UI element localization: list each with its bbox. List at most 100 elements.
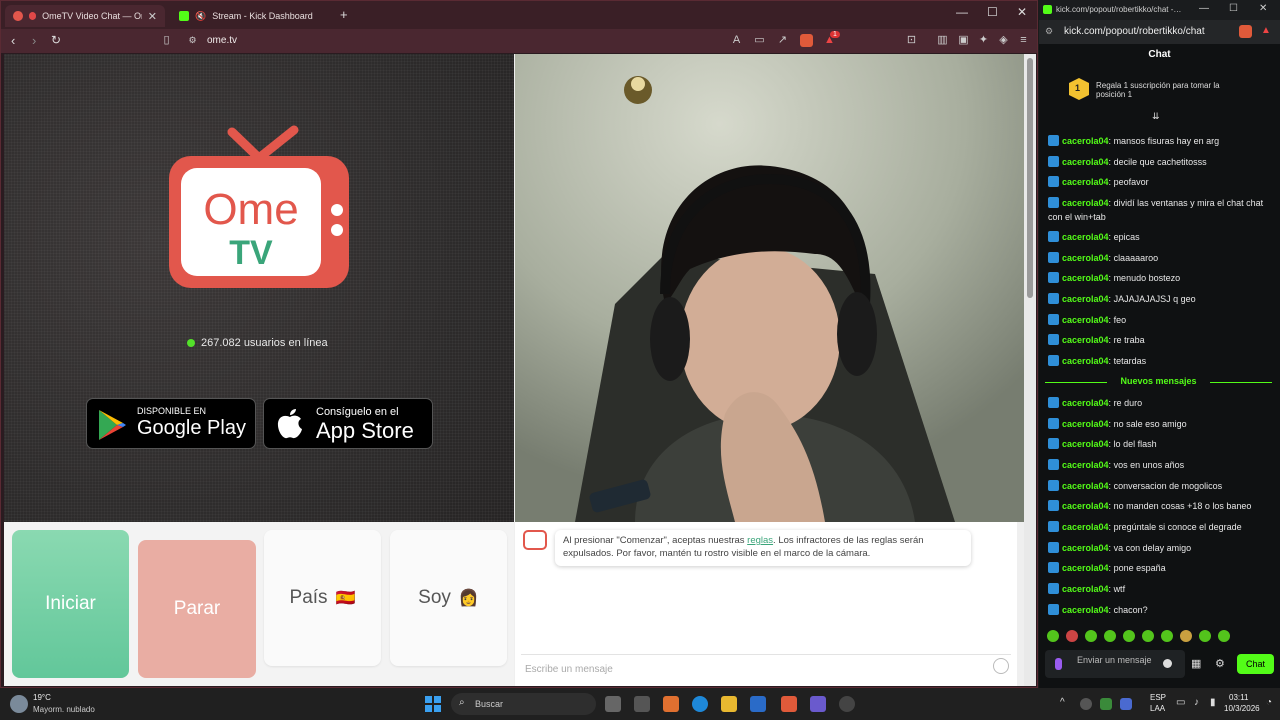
chat-username[interactable]: cacerola04: [1062, 136, 1109, 146]
send-chat-button[interactable]: Chat: [1237, 654, 1274, 674]
chat-username[interactable]: cacerola04: [1062, 294, 1109, 304]
chat-username[interactable]: cacerola04: [1062, 439, 1109, 449]
windows-start-icon[interactable]: [425, 696, 441, 712]
tray-app-icon[interactable]: [1100, 698, 1112, 710]
rules-link[interactable]: reglas: [747, 535, 773, 546]
reload-icon[interactable]: ↻: [51, 33, 61, 47]
kick-brave-shield-icon[interactable]: [1239, 25, 1252, 38]
teams-icon[interactable]: [810, 696, 826, 712]
weather-icon[interactable]: [10, 695, 28, 713]
file-explorer-icon[interactable]: [721, 696, 737, 712]
emote-icon[interactable]: [1180, 630, 1192, 642]
chat-username[interactable]: cacerola04: [1062, 522, 1109, 532]
share-icon[interactable]: ↗: [776, 34, 789, 47]
emote-icon[interactable]: [1123, 630, 1135, 642]
copilot-icon[interactable]: [663, 696, 679, 712]
chat-username[interactable]: cacerola04: [1062, 335, 1109, 345]
capture-icon[interactable]: ⊡: [905, 34, 918, 47]
chat-username[interactable]: cacerola04: [1062, 398, 1109, 408]
chat-username[interactable]: cacerola04: [1062, 157, 1109, 167]
google-play-badge[interactable]: DISPONIBLE EN Google Play: [86, 398, 256, 449]
kick-minimize-button[interactable]: —: [1199, 3, 1209, 14]
widgets-icon[interactable]: [634, 696, 650, 712]
pinned-banner[interactable]: 1 Regala 1 suscripción para tomar la pos…: [1039, 70, 1280, 110]
tab-kick[interactable]: 🔇 Stream - Kick Dashboard: [171, 5, 331, 27]
task-view-icon[interactable]: [605, 696, 621, 712]
emote-icon[interactable]: [1218, 630, 1230, 642]
language-bottom[interactable]: LAA: [1150, 704, 1165, 713]
volume-icon[interactable]: ♪: [1194, 697, 1199, 708]
tray-app-icon[interactable]: [1120, 698, 1132, 710]
app-store-badge[interactable]: Consíguelo en el App Store: [263, 398, 433, 449]
emote-icon[interactable]: [1047, 630, 1059, 642]
kick-maximize-button[interactable]: ☐: [1229, 3, 1238, 14]
kick-site-settings-icon[interactable]: ⚙: [1045, 26, 1053, 37]
microphone-icon[interactable]: [1055, 658, 1062, 670]
network-icon[interactable]: ▭: [1176, 697, 1185, 708]
collapse-icon[interactable]: ⇊: [1152, 111, 1160, 122]
start-button[interactable]: Iniciar: [12, 530, 129, 678]
chat-username[interactable]: cacerola04: [1062, 356, 1109, 366]
store-icon[interactable]: ▦: [1191, 657, 1201, 670]
chat-username[interactable]: cacerola04: [1062, 198, 1109, 208]
ai-icon[interactable]: ✦: [977, 34, 990, 47]
notifications-icon[interactable]: ◔: [1266, 697, 1272, 708]
site-settings-icon[interactable]: ⚙: [186, 34, 199, 47]
translate-icon[interactable]: A: [730, 34, 743, 47]
chat-username[interactable]: cacerola04: [1062, 273, 1109, 283]
emote-icon[interactable]: [1142, 630, 1154, 642]
chat-username[interactable]: cacerola04: [1062, 460, 1109, 470]
close-tab-icon[interactable]: ✕: [148, 10, 157, 23]
chat-username[interactable]: cacerola04: [1062, 315, 1109, 325]
kick-chat-input[interactable]: Enviar un mensaje: [1045, 650, 1185, 678]
country-button[interactable]: País 🇪🇸: [264, 530, 381, 666]
new-tab-button[interactable]: +: [340, 7, 348, 22]
clock-time[interactable]: 03:11: [1229, 693, 1248, 702]
clock-date[interactable]: 10/3/2026: [1224, 704, 1260, 713]
emote-icon[interactable]: [1066, 630, 1078, 642]
gender-button[interactable]: Soy 👩: [390, 530, 507, 666]
kick-rewards-icon[interactable]: ▲: [1261, 25, 1271, 36]
chat-settings-icon[interactable]: ⚙: [1215, 657, 1225, 670]
chat-username[interactable]: cacerola04: [1062, 481, 1109, 491]
emote-icon[interactable]: [1104, 630, 1116, 642]
stop-button[interactable]: Parar: [138, 540, 256, 678]
tray-overflow-icon[interactable]: ^: [1060, 697, 1065, 708]
emote-icon[interactable]: [1085, 630, 1097, 642]
obs-icon[interactable]: [839, 696, 855, 712]
bookmark-icon[interactable]: ▯: [160, 34, 173, 47]
wallet-icon[interactable]: ▣: [957, 34, 970, 47]
sidebar-icon[interactable]: ▥: [936, 34, 949, 47]
taskbar-search[interactable]: ⌕ Buscar: [451, 693, 596, 715]
chat-username[interactable]: cacerola04: [1062, 584, 1109, 594]
menu-icon[interactable]: ≡: [1017, 34, 1030, 47]
emoji-icon[interactable]: [993, 658, 1009, 674]
chat-username[interactable]: cacerola04: [1062, 605, 1109, 615]
back-icon[interactable]: ‹: [11, 33, 15, 48]
url-input[interactable]: ome.tv: [207, 35, 237, 46]
page-scrollbar[interactable]: [1024, 54, 1036, 686]
edge-icon[interactable]: [692, 696, 708, 712]
chat-username[interactable]: cacerola04: [1062, 563, 1109, 573]
tab-ometv[interactable]: OmeTV Video Chat — Omeg ✕: [5, 5, 165, 27]
chat-username[interactable]: cacerola04: [1062, 501, 1109, 511]
kick-url[interactable]: kick.com/popout/robertikko/chat: [1064, 26, 1205, 37]
brave-icon[interactable]: [781, 696, 797, 712]
minimize-button[interactable]: —: [956, 5, 968, 19]
tray-app-icon[interactable]: [1080, 698, 1092, 710]
emoji-picker-icon[interactable]: [1163, 659, 1172, 668]
emote-icon[interactable]: [1161, 630, 1173, 642]
maximize-button[interactable]: ☐: [987, 5, 998, 19]
battery-icon[interactable]: ▮: [1210, 697, 1216, 708]
weather-temp[interactable]: 19°C: [33, 693, 51, 702]
close-window-button[interactable]: ✕: [1017, 5, 1027, 19]
kick-close-button[interactable]: ✕: [1259, 3, 1267, 14]
chat-username[interactable]: cacerola04: [1062, 419, 1109, 429]
chat-username[interactable]: cacerola04: [1062, 177, 1109, 187]
brave-shield-icon[interactable]: [800, 34, 813, 47]
weather-desc[interactable]: Mayorm. nublado: [33, 705, 95, 714]
chat-username[interactable]: cacerola04: [1062, 253, 1109, 263]
outlook-icon[interactable]: [750, 696, 766, 712]
vpn-icon[interactable]: ◈: [997, 34, 1010, 47]
screen-icon[interactable]: ▭: [753, 34, 766, 47]
